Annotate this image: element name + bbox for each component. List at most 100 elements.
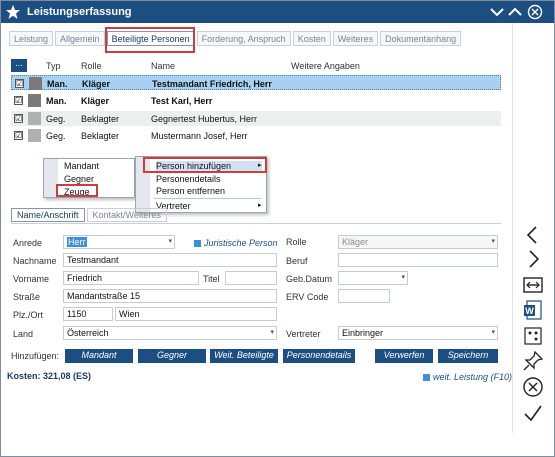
land-label: Land [13, 329, 34, 339]
nachname-label: Nachname [13, 256, 57, 266]
menu-item-person-entfernen[interactable]: Person entfernen [156, 186, 225, 196]
row-color-swatch [28, 94, 41, 107]
add-mandant-button[interactable]: Mandant [65, 349, 133, 363]
dropdown-arrow-icon: ▾ [168, 238, 172, 245]
select-all-button[interactable]: ... [11, 59, 27, 72]
personendetails-button[interactable]: Personendetails [283, 349, 355, 363]
table-row[interactable]: ☑ Man. Kläger Test Karl, Herr [11, 93, 501, 108]
menu-item-zeuge[interactable]: Zeuge [64, 187, 90, 197]
word-icon[interactable]: W [521, 298, 545, 322]
speichern-button[interactable]: Speichern [438, 349, 498, 363]
chevron-up-icon[interactable] [507, 4, 523, 20]
erv-code-field[interactable] [338, 289, 390, 303]
dropdown-arrow-icon: ▾ [491, 329, 495, 336]
rolle-label: Rolle [286, 237, 307, 247]
row-name: Test Karl, Herr [151, 96, 213, 106]
dots-icon[interactable] [521, 324, 545, 348]
juristische-checkbox[interactable]: Juristische Person [194, 238, 278, 248]
tab-name-anschrift[interactable]: Name/Anschrift [11, 208, 85, 222]
anrede-label: Anrede [13, 238, 43, 248]
dropdown-arrow-icon: ▾ [491, 238, 495, 245]
check-icon[interactable] [521, 401, 545, 425]
checkbox-icon [194, 240, 201, 247]
nachname-field[interactable]: Testmandant [63, 253, 277, 267]
pin-icon[interactable] [521, 349, 545, 373]
dropdown-arrow-icon: ▾ [401, 274, 405, 281]
menu-item-mandant[interactable]: Mandant [64, 161, 99, 171]
row-color-swatch [28, 129, 41, 142]
hinzufuegen-label: Hinzufügen: [11, 351, 60, 361]
row-checkbox[interactable]: ☑ [14, 114, 23, 123]
menu-item-personendetails[interactable]: Personendetails [156, 174, 221, 184]
gebdatum-field[interactable]: ▾ [338, 271, 408, 285]
ort-field[interactable]: Wien [115, 307, 277, 321]
svg-text:W: W [525, 306, 534, 316]
tab-weiteres[interactable]: Weiteres [332, 31, 379, 46]
row-name: Testmandant Friedrich, Herr [152, 79, 272, 89]
strasse-field[interactable]: Mandantstraße 15 [63, 289, 277, 303]
vorname-label: Vorname [13, 274, 50, 284]
checkbox-icon [423, 374, 430, 381]
vertreter-select[interactable]: Einbringer ▾ [338, 326, 498, 340]
chevron-left-icon[interactable] [521, 223, 545, 247]
tab-leistung[interactable]: Leistung [9, 31, 54, 46]
tab-kosten[interactable]: Kosten [292, 31, 331, 46]
row-typ: Man. [46, 96, 67, 106]
action-sidebar: W [512, 23, 554, 433]
row-rolle: Kläger [81, 96, 110, 106]
table-row[interactable]: ☑ Geg. Beklagter Mustermann Josef, Herr [11, 128, 501, 143]
titel-field[interactable] [225, 271, 277, 285]
weit-leistung-checkbox[interactable]: weit. Leistung (F10) [423, 372, 512, 382]
land-select[interactable]: Österreich ▾ [63, 326, 277, 340]
col-name[interactable]: Name [151, 61, 175, 71]
add-weit-beteiligte-button[interactable]: Weit. Beteiligte [210, 349, 278, 363]
row-typ: Man. [47, 79, 68, 89]
erv-code-label: ERV Code [286, 292, 329, 302]
row-checkbox[interactable]: ☑ [15, 79, 24, 88]
rolle-select[interactable]: Kläger ▾ [338, 235, 498, 249]
tab-allgemein[interactable]: Allgemein [55, 31, 105, 46]
type-submenu: Mandant Gegner Zeuge [43, 158, 135, 198]
verwerfen-button[interactable]: Verwerfen [375, 349, 433, 363]
table-row[interactable]: ☑ Geg. Beklagter Gegnertest Hubertus, He… [11, 111, 501, 126]
add-gegner-button[interactable]: Gegner [138, 349, 206, 363]
row-typ: Geg. [46, 114, 66, 124]
beruf-field[interactable] [338, 253, 498, 267]
row-checkbox[interactable]: ☑ [14, 131, 23, 140]
submenu-arrow-icon: ▸ [258, 162, 262, 169]
cancel-icon[interactable] [521, 375, 545, 399]
tab-forderung[interactable]: Forderung, Anspruch [196, 31, 291, 46]
table-row[interactable]: ☑ Man. Kläger Testmandant Friedrich, Her… [11, 75, 501, 90]
kosten-summary: Kosten: 321,08 (ES) [7, 371, 92, 381]
row-name: Gegnertest Hubertus, Herr [151, 114, 258, 124]
grid-header: ... Typ Rolle Name Weitere Angaben [11, 59, 501, 73]
plz-field[interactable]: 1150 [63, 307, 113, 321]
row-rolle: Kläger [82, 79, 111, 89]
chevron-right-icon[interactable] [521, 247, 545, 271]
window-title: Leistungserfassung [27, 6, 132, 18]
app-star-icon [6, 5, 20, 19]
row-checkbox[interactable]: ☑ [14, 96, 23, 105]
tab-kontakt-weiteres[interactable]: Kontakt/Weiteres [86, 208, 167, 222]
tab-dokumentanhang[interactable]: Dokumentanhang [380, 31, 462, 46]
tab-beteiligte-personen[interactable]: Beteiligte Personen [106, 31, 195, 46]
col-rolle[interactable]: Rolle [81, 61, 102, 71]
context-menu: Person hinzufügen ▸ Personendetails Pers… [135, 156, 267, 213]
sub-tabs: Name/Anschrift Kontakt/Weiteres [11, 208, 169, 222]
col-typ[interactable]: Typ [46, 61, 61, 71]
menu-item-person-hinzufuegen[interactable]: Person hinzufügen [156, 161, 262, 171]
row-name: Mustermann Josef, Herr [151, 131, 248, 141]
link-icon[interactable] [521, 273, 545, 297]
anrede-select[interactable]: Herr ▾ [63, 235, 175, 249]
vorname-field[interactable]: Friedrich [63, 271, 199, 285]
vertreter-label: Vertreter [286, 329, 321, 339]
dropdown-arrow-icon: ▾ [270, 329, 274, 336]
close-icon[interactable] [527, 4, 543, 20]
main-tabs: Leistung Allgemein Beteiligte Personen F… [9, 31, 463, 49]
title-bar: Leistungserfassung [1, 1, 554, 23]
chevron-down-icon[interactable] [489, 4, 505, 20]
beruf-label: Beruf [286, 256, 308, 266]
gebdatum-label: Geb.Datum [286, 274, 333, 284]
col-weitere-angaben[interactable]: Weitere Angaben [291, 61, 360, 71]
menu-item-gegner[interactable]: Gegner [64, 174, 94, 184]
